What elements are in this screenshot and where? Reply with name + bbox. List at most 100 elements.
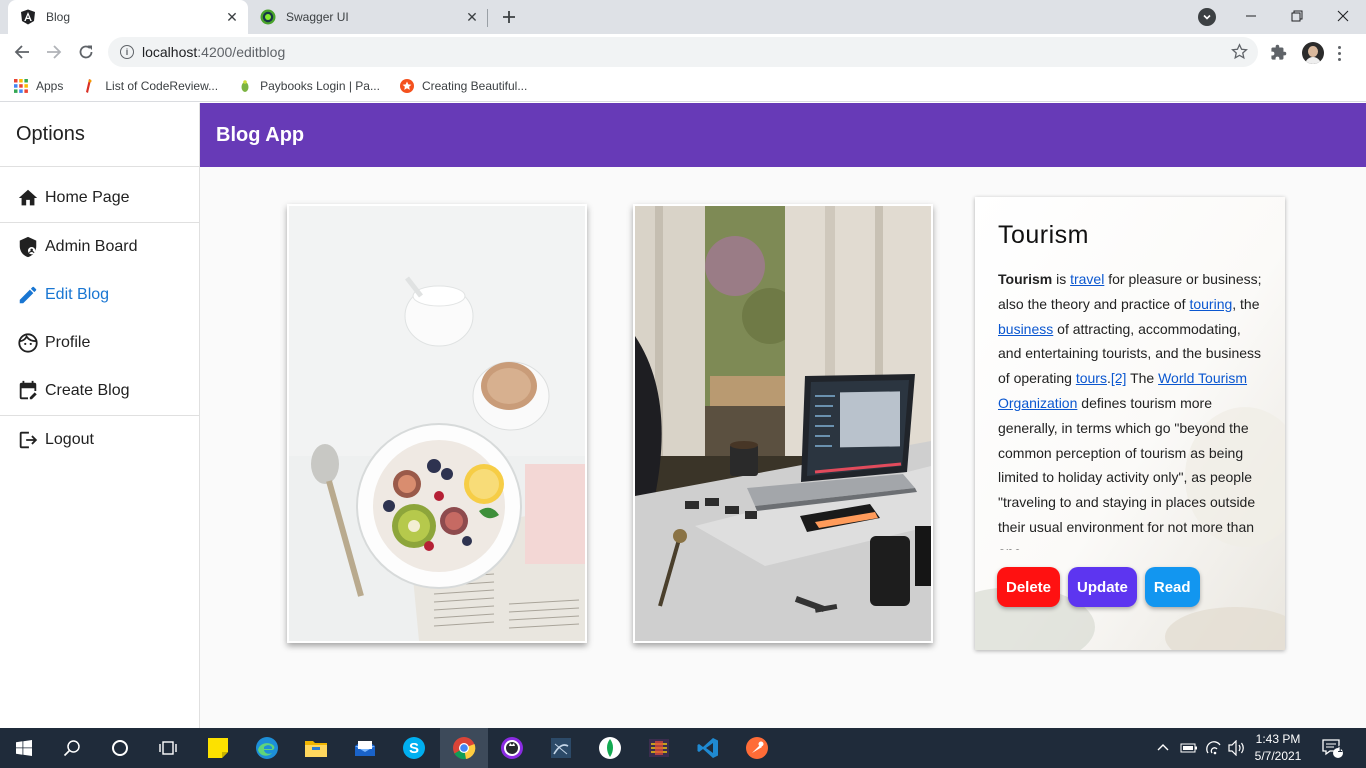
- clock-time: 1:43 PM: [1255, 732, 1301, 746]
- apps-grid-icon: [14, 78, 28, 93]
- mongodb-compass-icon[interactable]: [586, 728, 634, 768]
- windows-taskbar: S 1:43 PM 5/7/2021 1: [0, 728, 1366, 768]
- app-toolbar: Blog App: [200, 103, 1366, 167]
- close-window-icon[interactable]: [1320, 0, 1366, 32]
- bookmarks-bar: Apps List of CodeReview... Paybooks Logi…: [0, 70, 1366, 102]
- blog-text: , the: [1232, 295, 1260, 312]
- delete-button[interactable]: Delete: [997, 567, 1061, 607]
- link-citation[interactable]: [2]: [1111, 370, 1127, 386]
- sidebar-item-label: Create Blog: [45, 382, 130, 399]
- tab-swagger[interactable]: Swagger UI ✕: [248, 0, 488, 34]
- bookmark-label: Creating Beautiful...: [421, 78, 528, 93]
- blog-body: Tourism is travel for pleasure or busine…: [998, 267, 1264, 550]
- postman-icon[interactable]: [733, 728, 781, 768]
- vscode-icon[interactable]: [684, 728, 732, 768]
- back-icon[interactable]: [10, 40, 34, 64]
- bookmark-label: Apps: [36, 78, 64, 93]
- edge-icon[interactable]: [243, 728, 291, 768]
- skype-icon[interactable]: S: [390, 728, 438, 768]
- notification-count: 1: [1337, 744, 1343, 754]
- swagger-icon: [260, 9, 276, 25]
- sidebar-item-create-blog[interactable]: Create Blog: [0, 367, 199, 415]
- restore-icon[interactable]: [1274, 0, 1320, 32]
- blog-content-area: Tourism Tourism is travel for pleasure o…: [200, 167, 1366, 728]
- logout-icon: [16, 428, 40, 452]
- link-touring[interactable]: touring: [1189, 296, 1232, 312]
- tab-search-icon[interactable]: [1198, 8, 1216, 26]
- sidebar-item-profile[interactable]: Profile: [0, 319, 199, 367]
- link-tours[interactable]: tours: [1076, 370, 1107, 386]
- tab-separator: [487, 9, 488, 27]
- home-icon: [16, 186, 40, 210]
- tab-title: Blog: [46, 10, 71, 24]
- sidebar: Options Home Page Admin Board Edit Blog …: [0, 103, 200, 728]
- orange-star-icon: [399, 78, 414, 93]
- github-desktop-icon[interactable]: [488, 728, 536, 768]
- admin-shield-icon: [16, 235, 40, 259]
- sidebar-item-edit-blog[interactable]: Edit Blog: [0, 271, 199, 319]
- close-tab-icon[interactable]: ✕: [462, 7, 482, 27]
- bookmark-label: Paybooks Login | Pa...: [260, 78, 380, 93]
- pencil-icon: [16, 283, 40, 307]
- bookmark-creating-beautiful[interactable]: Creating Beautiful...: [399, 78, 528, 93]
- tab-title: Swagger UI: [286, 10, 349, 24]
- close-tab-icon[interactable]: ✕: [222, 7, 242, 27]
- link-business[interactable]: business: [998, 321, 1053, 337]
- forward-icon[interactable]: [42, 40, 66, 64]
- chrome-icon[interactable]: [440, 728, 488, 768]
- windows-start-icon[interactable]: [0, 728, 48, 768]
- sidebar-item-label: Profile: [45, 334, 91, 351]
- volume-icon[interactable]: [1228, 728, 1246, 768]
- game-app-icon[interactable]: [635, 728, 683, 768]
- wifi-icon[interactable]: [1205, 728, 1223, 768]
- link-travel[interactable]: travel: [1070, 271, 1104, 287]
- blog-image-breakfast[interactable]: [287, 204, 587, 643]
- sidebar-item-label: Admin Board: [45, 238, 138, 255]
- file-explorer-icon[interactable]: [292, 728, 340, 768]
- minimize-icon[interactable]: [1228, 0, 1274, 32]
- url-text: localhost:4200/editblog: [142, 44, 286, 60]
- sidebar-item-home[interactable]: Home Page: [0, 174, 199, 222]
- action-center-icon[interactable]: 1: [1322, 728, 1344, 768]
- reload-icon[interactable]: [74, 40, 98, 64]
- more-menu-icon[interactable]: [1338, 46, 1341, 61]
- bookmark-paybooks[interactable]: Paybooks Login | Pa...: [238, 79, 380, 93]
- calendar-edit-icon: [16, 379, 40, 403]
- search-icon[interactable]: [48, 728, 96, 768]
- sidebar-item-label: Logout: [45, 431, 94, 448]
- address-bar[interactable]: i localhost:4200/editblog: [108, 37, 1258, 67]
- sidebar-item-label: Edit Blog: [45, 286, 110, 303]
- update-button[interactable]: Update: [1068, 567, 1137, 607]
- bookmark-star-icon[interactable]: [1231, 43, 1248, 60]
- new-tab-icon[interactable]: [498, 6, 520, 28]
- blog-image-laptop[interactable]: [633, 204, 933, 643]
- face-icon: [16, 331, 40, 355]
- profile-avatar[interactable]: [1302, 42, 1324, 64]
- sidebar-title: Options: [0, 103, 199, 167]
- bookmark-apps[interactable]: Apps: [14, 78, 64, 93]
- blog-card: Tourism Tourism is travel for pleasure o…: [975, 197, 1285, 650]
- battery-icon[interactable]: [1180, 728, 1198, 768]
- blog-text: defines tourism more generally, in terms…: [998, 394, 1256, 550]
- browser-toolbar: i localhost:4200/editblog: [0, 34, 1366, 70]
- mail-app-icon[interactable]: [341, 728, 389, 768]
- task-view-icon[interactable]: [144, 728, 192, 768]
- cortana-icon[interactable]: [96, 728, 144, 768]
- sticky-notes-icon[interactable]: [194, 728, 242, 768]
- blog-text: is: [1052, 271, 1071, 287]
- paybooks-icon: [238, 79, 252, 93]
- taskbar-clock[interactable]: 1:43 PM 5/7/2021: [1250, 731, 1306, 765]
- extensions-puzzle-icon[interactable]: [1270, 44, 1287, 61]
- sidebar-item-admin-board[interactable]: Admin Board: [0, 223, 199, 271]
- tray-chevron-icon[interactable]: [1156, 728, 1170, 768]
- blog-actions: Delete Update Read: [997, 567, 1200, 607]
- tab-blog[interactable]: Blog ✕: [8, 0, 248, 34]
- site-info-icon[interactable]: i: [120, 45, 134, 59]
- clock-date: 5/7/2021: [1254, 749, 1302, 763]
- angular-icon: [20, 9, 36, 25]
- sql-server-icon[interactable]: [537, 728, 585, 768]
- read-button[interactable]: Read: [1144, 567, 1200, 607]
- sidebar-item-logout[interactable]: Logout: [0, 416, 199, 464]
- bookmark-codereview[interactable]: List of CodeReview...: [83, 78, 218, 93]
- svg-text:S: S: [409, 740, 419, 757]
